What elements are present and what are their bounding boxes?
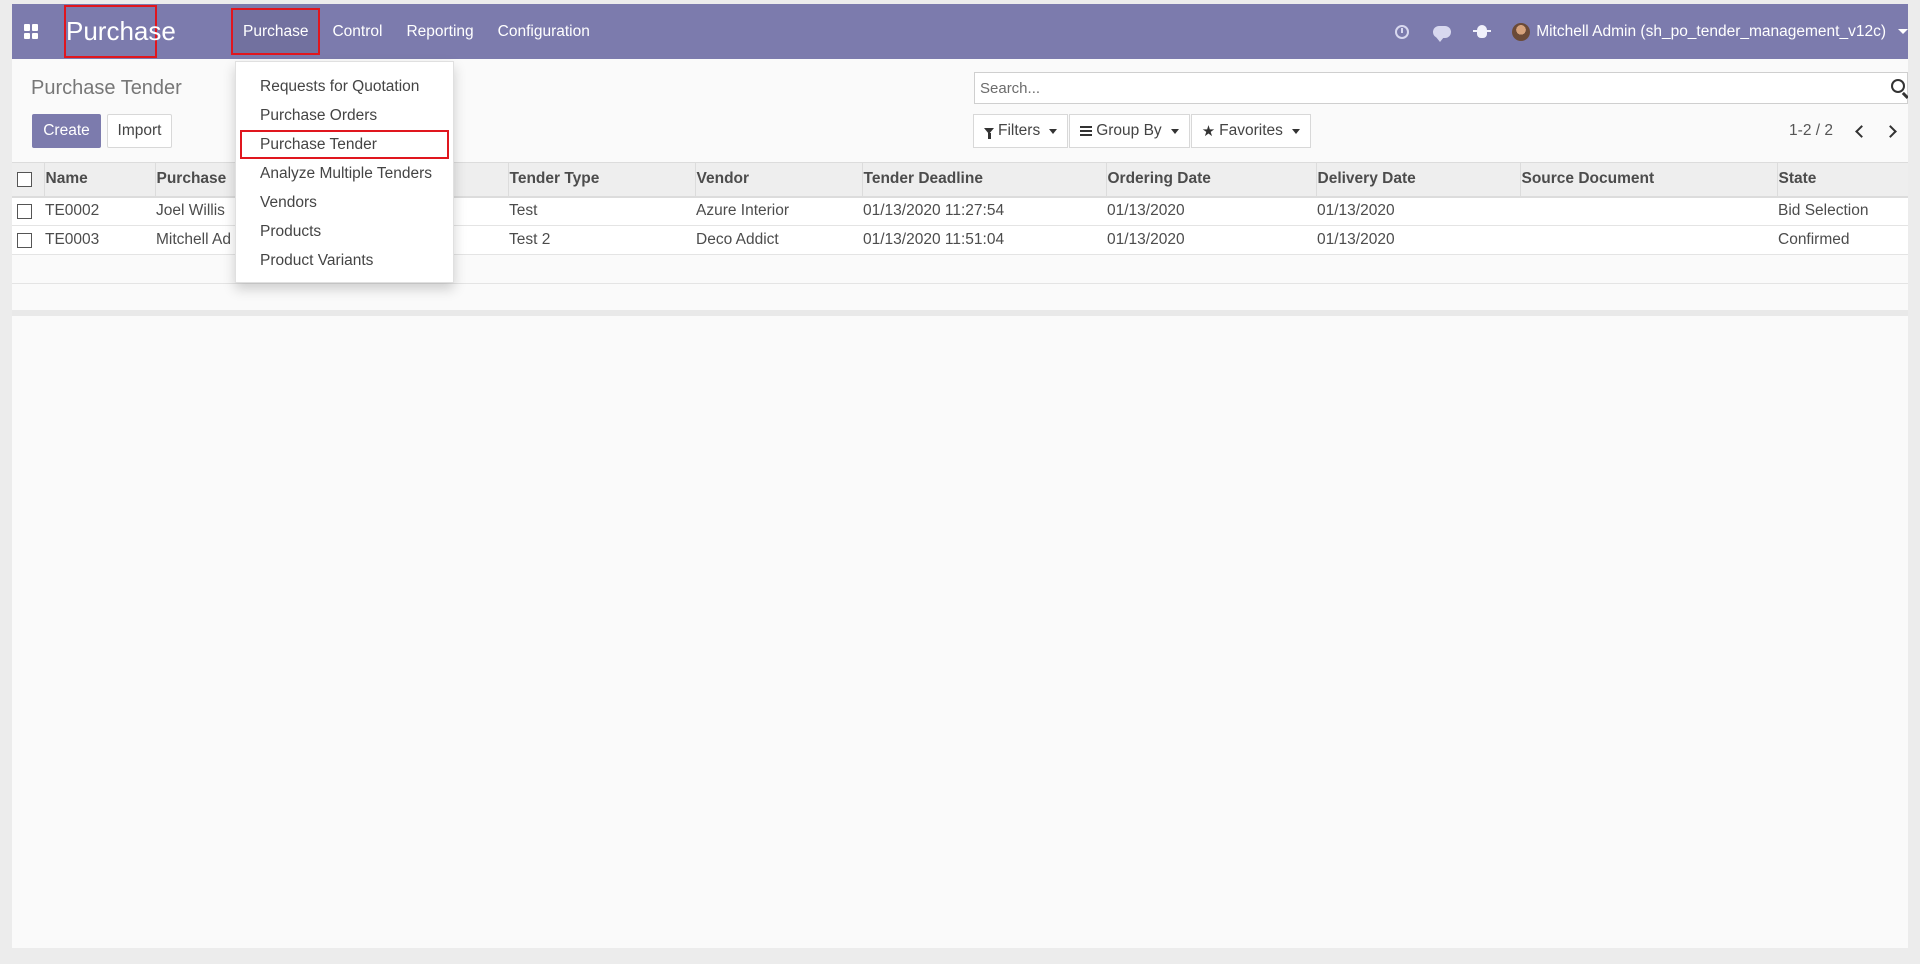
column-header-name[interactable]: Name [43, 162, 155, 197]
cell-ordering-date: 01/13/2020 [1107, 202, 1185, 220]
dropdown-item-analyze-multiple-tenders[interactable]: Analyze Multiple Tenders [236, 159, 453, 188]
activity-button[interactable] [1392, 22, 1412, 42]
cell-tender-deadline: 01/13/2020 11:51:04 [863, 231, 1005, 248]
filter-icon [984, 128, 994, 139]
top-navbar: Purchase Purchase Control Reporting Conf… [12, 4, 1908, 59]
cell-ordering-date: 01/13/2020 [1107, 231, 1185, 248]
cell-tender-type: Test [509, 202, 538, 220]
search-icon[interactable] [1891, 79, 1905, 93]
star-icon: ★ [1201, 122, 1216, 140]
import-button[interactable]: Import [107, 114, 172, 148]
menu-purchase-label: Purchase [243, 23, 309, 40]
dropdown-item-purchase-tender[interactable]: Purchase Tender [236, 130, 453, 159]
user-menu[interactable]: Mitchell Admin (sh_po_tender_management_… [1536, 23, 1886, 41]
favorites-label: Favorites [1219, 122, 1283, 139]
menu-configuration[interactable]: Configuration [486, 4, 602, 59]
column-header-state[interactable]: State [1776, 162, 1908, 197]
column-header-tender-deadline[interactable]: Tender Deadline [861, 162, 1106, 197]
app-brand[interactable]: Purchase [64, 5, 176, 58]
cell-source-document [1520, 197, 1777, 226]
cell-name: TE0003 [45, 231, 100, 248]
menu-reporting[interactable]: Reporting [394, 4, 485, 59]
cell-state: Confirmed [1778, 231, 1850, 248]
bug-icon [1473, 25, 1492, 38]
row-checkbox[interactable] [17, 203, 32, 219]
column-header-delivery-date[interactable]: Delivery Date [1315, 162, 1520, 197]
row-checkbox[interactable] [17, 232, 32, 248]
chevron-down-icon[interactable] [1898, 29, 1908, 34]
pager: 1-2 / 2 [1789, 114, 1905, 148]
create-button[interactable]: Create [32, 114, 101, 148]
pager-value[interactable]: 1-2 / 2 [1789, 122, 1833, 140]
select-all-checkbox[interactable] [17, 171, 32, 187]
row-select-cell [12, 226, 44, 255]
caret-down-icon [1049, 128, 1058, 134]
chevron-right-icon[interactable] [1884, 124, 1897, 138]
cell-state: Bid Selection [1778, 202, 1869, 220]
app-window: Purchase Purchase Control Reporting Conf… [12, 4, 1908, 948]
dropdown-item-purchase-orders[interactable]: Purchase Orders [236, 101, 453, 130]
avatar[interactable] [1512, 22, 1531, 41]
search-bar [974, 72, 1908, 104]
search-input[interactable] [975, 73, 1855, 103]
dropdown-item-product-variants[interactable]: Product Variants [236, 246, 453, 275]
caret-down-icon [1170, 128, 1179, 134]
chat-icon [1433, 25, 1452, 42]
cell-tender-deadline: 01/13/2020 11:27:54 [863, 202, 1005, 220]
group-by-button[interactable]: Group By [1069, 114, 1190, 148]
purchase-dropdown-menu: Requests for Quotation Purchase Orders P… [235, 61, 454, 283]
dropdown-item-products[interactable]: Products [236, 217, 453, 246]
cell-delivery-date: 01/13/2020 [1317, 202, 1395, 220]
cell-vendor: Azure Interior [696, 202, 790, 220]
favorites-button[interactable]: ★ Favorites [1190, 114, 1311, 148]
chevron-left-icon[interactable] [1855, 124, 1868, 138]
filters-button[interactable]: Filters [973, 114, 1069, 148]
menu-control[interactable]: Control [320, 4, 394, 59]
column-header-source-document[interactable]: Source Document [1519, 162, 1777, 197]
group-by-label: Group By [1096, 122, 1162, 139]
column-header-vendor[interactable]: Vendor [694, 162, 862, 197]
cell-vendor: Deco Addict [696, 231, 779, 248]
dropdown-item-requests-for-quotation[interactable]: Requests for Quotation [236, 72, 453, 101]
table-footer [12, 310, 1908, 316]
main-menu: Purchase Control Reporting Configuration [231, 4, 602, 59]
page-title: Purchase Tender [31, 77, 182, 99]
search-options: Filters Group By ★ Favorites [973, 114, 1312, 148]
menu-purchase[interactable]: Purchase [231, 4, 321, 59]
row-select-cell [12, 197, 44, 226]
column-header-tender-type[interactable]: Tender Type [507, 162, 695, 197]
cell-source-document [1520, 226, 1777, 255]
column-header-ordering-date[interactable]: Ordering Date [1105, 162, 1316, 197]
navbar-right: Mitchell Admin (sh_po_tender_management_… [1392, 4, 1908, 59]
select-all-cell [12, 163, 44, 197]
filters-label: Filters [998, 122, 1041, 139]
dropdown-item-vendors[interactable]: Vendors [236, 188, 453, 217]
debug-button[interactable] [1472, 22, 1492, 42]
apps-icon[interactable] [24, 24, 39, 39]
caret-down-icon [1291, 128, 1300, 134]
cell-name: TE0002 [45, 202, 100, 220]
cell-tender-type: Test 2 [509, 231, 551, 248]
cell-delivery-date: 01/13/2020 [1317, 231, 1395, 248]
list-icon [1080, 126, 1093, 136]
messaging-button[interactable] [1432, 22, 1452, 42]
clock-icon [1395, 24, 1410, 39]
